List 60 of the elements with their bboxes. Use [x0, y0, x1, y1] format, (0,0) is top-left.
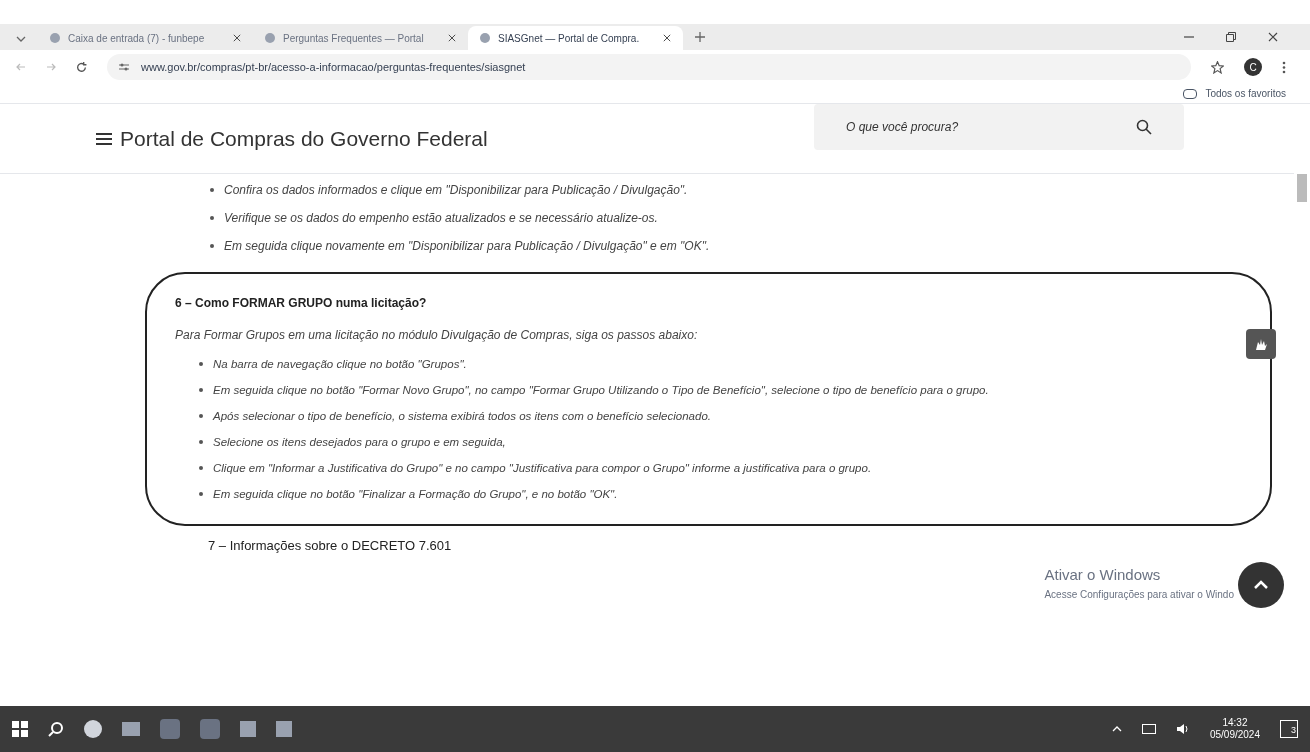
faq-title[interactable]: 7 – Informações sobre o DECRETO 7.601	[208, 536, 1294, 556]
step-item: Em seguida clique novamente em "Disponibilizar para Publicação / Divulgação" e em "OK".	[224, 238, 710, 254]
step-item: Selecione os itens desejados para o grupo e em seguida,	[213, 435, 506, 450]
close-icon[interactable]	[663, 34, 671, 42]
bullet-icon	[210, 188, 214, 192]
bullet-icon	[199, 388, 203, 392]
activation-subtitle: Acesse Configurações para ativar o Windo	[1044, 587, 1234, 602]
close-icon[interactable]	[233, 34, 241, 42]
faq-intro: Para Formar Grupos em uma licitação no módulo Divulgação de Compras, siga os passos abaixo:	[175, 327, 699, 344]
step-item: Após selecionar o tipo de benefício, o sistema exibirá todos os itens com o benefício selecionado.	[213, 409, 711, 424]
favicon-icon	[265, 33, 275, 43]
activation-title: Ativar o Windows	[1044, 565, 1162, 585]
step-item: Confira os dados informados e clique em "Disponibilizar para Publicação / Divulgação".	[224, 182, 688, 198]
bullet-icon	[199, 362, 203, 366]
bullet-icon	[199, 466, 203, 470]
close-icon[interactable]	[1268, 32, 1278, 42]
menu-icon[interactable]	[96, 132, 112, 145]
windows-start-icon[interactable]	[12, 721, 28, 737]
sliders-icon	[119, 62, 129, 72]
chevron-up-icon[interactable]	[1111, 726, 1122, 732]
favicon-icon	[50, 33, 60, 43]
browser-tab[interactable]: SIASGnet — Portal de Compra.	[468, 26, 683, 50]
scrollbar-thumb[interactable]	[1297, 174, 1307, 202]
browser-tab[interactable]: Perguntas Frequentes — Portal	[253, 26, 468, 50]
close-icon[interactable]	[448, 34, 456, 42]
more-menu-icon[interactable]	[1282, 60, 1286, 74]
star-icon[interactable]	[1211, 60, 1224, 74]
step-item: Na barra de navegação clique no botão "Grupos".	[213, 357, 467, 372]
plus-icon[interactable]	[695, 32, 705, 42]
profile-avatar[interactable]: C	[1244, 58, 1262, 76]
notifications-badge[interactable]: 3	[1280, 720, 1298, 738]
search-icon[interactable]	[1136, 118, 1152, 135]
tab-title: SIASGnet — Portal de Compra.	[498, 31, 641, 46]
clock[interactable]: 14:32 05/09/2024	[1209, 716, 1260, 742]
reload-icon[interactable]	[76, 61, 87, 73]
step-item: Verifique se os dados do empenho estão atualizados e se necessário atualize-os.	[224, 210, 658, 226]
bullet-icon	[210, 244, 214, 248]
back-to-top-button[interactable]	[1238, 562, 1284, 608]
bullet-icon	[199, 440, 203, 444]
search-icon[interactable]	[48, 721, 64, 737]
step-item: Clique em "Informar a Justificativa do Grupo" e no campo "Justificativa para compor o Grupo" informe a justificativa para o grupo.	[213, 461, 872, 476]
address-bar[interactable]: www.gov.br/compras/pt-br/acesso-a-informacao/perguntas-frequentes/siasgnet	[107, 54, 1191, 80]
bullet-icon	[210, 216, 214, 220]
bullet-icon	[199, 414, 203, 418]
faq-title: 6 – Como FORMAR GRUPO numa licitação?	[175, 295, 428, 312]
bullet-icon	[199, 492, 203, 496]
accessibility-button[interactable]	[1246, 329, 1276, 359]
tab-title: Perguntas Frequentes — Portal	[283, 31, 425, 46]
tab-list-caret-icon[interactable]	[16, 36, 26, 42]
site-title[interactable]: Portal de Compras do Governo Federal	[120, 122, 814, 155]
search-field[interactable]: O que você procura?	[814, 103, 1184, 150]
chevron-up-icon	[1253, 580, 1269, 590]
speaker-icon[interactable]	[1175, 723, 1190, 735]
bookmarks-folder[interactable]: Todos os favoritos	[1205, 86, 1286, 101]
browser-tab[interactable]: Caixa de entrada (7) - funbepe	[38, 26, 253, 50]
step-item: Em seguida clique no botão "Formar Novo Grupo", no campo "Formar Grupo Utilizando o Tipo de Benefício", selecione o tipo de benefício para o grupo.	[213, 383, 989, 398]
restore-icon[interactable]	[1226, 32, 1236, 42]
favicon-icon	[480, 33, 490, 43]
step-item: Em seguida clique no botão "Finalizar a Formação do Grupo", e no botão "OK".	[213, 487, 618, 502]
tab-title: Caixa de entrada (7) - funbepe	[68, 31, 206, 46]
